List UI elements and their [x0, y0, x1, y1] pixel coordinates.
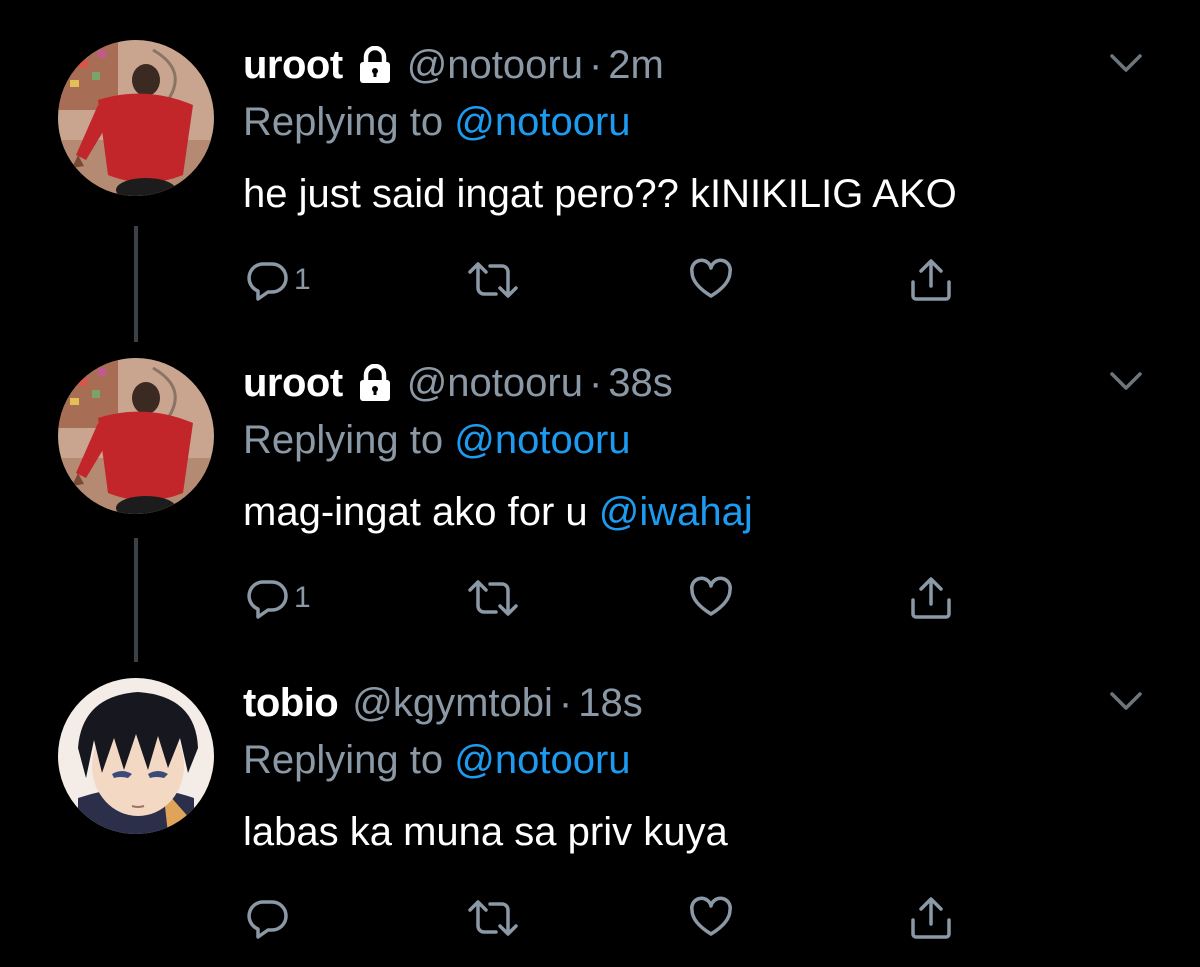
user-handle[interactable]: @kgymtobi [352, 681, 553, 726]
separator-dot: · [588, 360, 603, 405]
replying-to: Replying to @notooru [243, 100, 631, 145]
tweet-text: he just said ingat pero?? kINIKILIG AKO [243, 172, 957, 217]
tweet-header: tobio @kgymtobi · 18s [243, 678, 643, 728]
replying-mention[interactable]: @notooru [454, 738, 630, 782]
display-name[interactable]: uroot [243, 43, 343, 88]
chevron-down-icon[interactable] [1108, 50, 1144, 76]
tweet-text: mag-ingat ako for u @iwahaj [243, 490, 753, 535]
tweet-text: labas ka muna sa priv kuya [243, 810, 728, 855]
like-icon [690, 896, 732, 936]
chevron-down-icon[interactable] [1108, 368, 1144, 394]
share-button[interactable] [908, 576, 954, 620]
like-icon [690, 258, 732, 298]
like-button[interactable] [688, 258, 734, 302]
tweet-text-content: labas ka muna sa priv kuya [243, 810, 728, 854]
chevron-down-icon[interactable] [1108, 688, 1144, 714]
tweet-mention[interactable]: @iwahaj [599, 490, 753, 534]
tweet-actions [0, 896, 1200, 940]
tweet-text-content: mag-ingat ako for u [243, 490, 599, 534]
reply-icon [247, 262, 288, 301]
reply-button[interactable]: 1 [246, 576, 311, 620]
separator-dot: · [588, 42, 603, 87]
tweet[interactable]: tobio @kgymtobi · 18s Replying to @notoo… [0, 678, 1200, 958]
tweet[interactable]: uroot @notooru · 38s Replying to @notoor… [0, 358, 1200, 638]
share-icon [911, 577, 951, 619]
replying-to: Replying to @notooru [243, 738, 631, 783]
retweet-icon [468, 580, 518, 616]
lock-icon [357, 46, 393, 84]
reply-button[interactable] [246, 896, 294, 940]
replying-mention[interactable]: @notooru [454, 100, 630, 144]
tweet-text-content: he just said ingat pero?? kINIKILIG AKO [243, 172, 957, 216]
lock-icon [357, 364, 393, 402]
share-icon [911, 259, 951, 301]
separator-dot: · [558, 680, 573, 725]
tweet[interactable]: uroot @notooru · 2m Replying to @notooru… [0, 40, 1200, 320]
reply-count: 1 [294, 263, 311, 296]
tweet-header: uroot @notooru · 38s [243, 358, 673, 408]
user-handle[interactable]: @notooru [407, 361, 583, 406]
timestamp[interactable]: 18s [578, 681, 643, 726]
retweet-icon [468, 262, 518, 298]
replying-mention[interactable]: @notooru [454, 418, 630, 462]
share-button[interactable] [908, 258, 954, 302]
reply-count: 1 [294, 581, 311, 614]
avatar[interactable] [58, 40, 214, 196]
tweet-actions: 1 [0, 576, 1200, 620]
retweet-button[interactable] [466, 258, 520, 302]
reply-icon [247, 580, 288, 619]
replying-to: Replying to @notooru [243, 418, 631, 463]
share-button[interactable] [908, 896, 954, 940]
display-name[interactable]: uroot [243, 361, 343, 406]
like-button[interactable] [688, 576, 734, 620]
tweet-actions: 1 [0, 258, 1200, 302]
user-handle[interactable]: @notooru [407, 43, 583, 88]
replying-prefix: Replying to [243, 100, 455, 144]
replying-prefix: Replying to [243, 738, 455, 782]
reply-button[interactable]: 1 [246, 258, 311, 302]
tweet-header: uroot @notooru · 2m [243, 40, 664, 90]
avatar[interactable] [58, 678, 214, 834]
display-name[interactable]: tobio [243, 681, 339, 726]
replying-prefix: Replying to [243, 418, 455, 462]
timestamp[interactable]: 2m [608, 43, 664, 88]
timestamp[interactable]: 38s [608, 361, 673, 406]
retweet-button[interactable] [466, 576, 520, 620]
like-button[interactable] [688, 896, 734, 940]
avatar[interactable] [58, 358, 214, 514]
like-icon [690, 576, 732, 616]
retweet-icon [468, 900, 518, 936]
share-icon [911, 897, 951, 939]
reply-icon [247, 900, 288, 939]
retweet-button[interactable] [466, 896, 520, 940]
